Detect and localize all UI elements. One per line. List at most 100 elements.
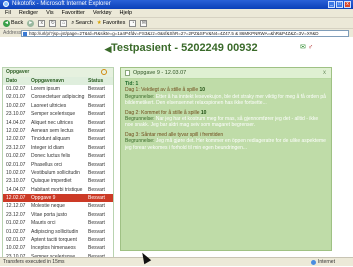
- cell-status: Besvart: [88, 144, 105, 151]
- home-icon[interactable]: ⌂: [60, 19, 68, 27]
- cell-date: 02.01.07: [6, 161, 26, 168]
- day-score: 10: [200, 109, 207, 116]
- cell-date: 12.12.07: [6, 203, 26, 210]
- table-row[interactable]: 23.12.07 Vitae porta justo Besvart: [3, 211, 113, 219]
- menu-tools[interactable]: Verktøy: [93, 9, 112, 17]
- cell-task: Semper scelerisque: [31, 111, 76, 118]
- cell-date: 02.01.07: [6, 94, 26, 101]
- reason-label: Begrunnelse:: [125, 116, 155, 123]
- cell-status: Besvart: [88, 119, 105, 126]
- cell-task: Inceptos himenaeos: [31, 245, 76, 252]
- column-status[interactable]: Status: [86, 77, 113, 85]
- table-row[interactable]: 01.02.07 Donec luctus felis Besvart: [3, 152, 113, 160]
- back-label: Back: [11, 20, 24, 26]
- table-row[interactable]: 02.01.07 Consectetuer adipiscing Besvart: [3, 93, 113, 101]
- table-row[interactable]: 12.12.07 Molestie neque Besvart: [3, 202, 113, 210]
- minimize-button[interactable]: _: [328, 1, 335, 8]
- cell-date: 10.02.07: [6, 169, 26, 176]
- table-row[interactable]: 14.04.07 Aliquet nec ultrices Besvart: [3, 119, 113, 127]
- menu-edit[interactable]: Rediger: [19, 9, 38, 17]
- cell-status: Besvart: [88, 220, 105, 227]
- reason-text: Etter å ha inntekt lesevekujon, ble det …: [125, 93, 326, 107]
- forward-icon[interactable]: ►: [27, 19, 35, 27]
- section-reason-2: Begrunnelse: Nar jeg har et kostrum meg …: [125, 116, 327, 129]
- back-button[interactable]: ◄ Back: [3, 19, 24, 27]
- table-row[interactable]: 10.02.07 Inceptos himenaeos Besvart: [3, 244, 113, 252]
- header-icons: ✉ ♂: [300, 43, 313, 51]
- globe-icon: [311, 260, 316, 265]
- table-row[interactable]: 01.02.07 Lorem ipsum Besvart: [3, 85, 113, 93]
- reason-text: Jeg må gjøre det. Her kommer en öppen re…: [125, 138, 326, 151]
- star-icon: ★: [96, 20, 102, 26]
- menu-favorites[interactable]: Favoritter: [62, 9, 85, 17]
- mail-icon[interactable]: ✉: [300, 44, 306, 51]
- cell-date: 12.02.07: [6, 136, 26, 143]
- table-row[interactable]: 14.04.07 Habitant morbi tristique Besvart: [3, 186, 113, 194]
- back-arrow-icon: ◄: [3, 19, 10, 27]
- cell-status: Besvart: [88, 178, 105, 185]
- close-window-button[interactable]: x: [344, 1, 351, 8]
- table-row[interactable]: 12.02.07 Tincidunt aliquam Besvart: [3, 135, 113, 143]
- table-row[interactable]: 02.01.07 Aptent taciti torquent Besvart: [3, 236, 113, 244]
- task-list-rows: 01.02.07 Lorem ipsum Besvart 02.01.07 Consec…: [3, 85, 113, 258]
- cell-date: 23.12.07: [6, 144, 26, 151]
- window-title: Nikotofix - Microsoft Internet Explorer: [12, 1, 111, 7]
- address-bar: Address http://url/p/?jsp=jst/page=2T&Id…: [0, 28, 353, 37]
- cell-status: Besvart: [88, 153, 105, 160]
- cell-status: Besvart: [88, 169, 105, 176]
- table-row[interactable]: 23.10.07 Semper scelerisque Besvart: [3, 110, 113, 118]
- cell-status: Besvart: [88, 186, 105, 193]
- cell-status: Besvart: [88, 102, 105, 109]
- cell-task: Mauris orci: [31, 220, 56, 227]
- cell-status: Besvart: [88, 161, 105, 168]
- cell-task: Vestibulum sollicitudin: [31, 169, 80, 176]
- cell-date: 23.10.07: [6, 111, 26, 118]
- mail-icon[interactable]: ✉: [140, 19, 148, 27]
- cell-date: 14.04.07: [6, 119, 26, 126]
- cell-status: Besvart: [88, 136, 105, 143]
- address-input[interactable]: http://url/p/?jsp=jst/page=2T&Id=R&sikte…: [21, 30, 349, 37]
- table-row[interactable]: 10.02.07 Vestibulum sollicitudin Besvart: [3, 169, 113, 177]
- refresh-icon[interactable]: [101, 69, 107, 75]
- table-row[interactable]: 23.10.07 Quisque imperdiet Besvart: [3, 177, 113, 185]
- stop-icon[interactable]: x: [38, 19, 46, 27]
- patient-icon[interactable]: ♂: [308, 44, 313, 51]
- document-icon: [125, 70, 130, 76]
- favorites-label: Favorites: [102, 20, 126, 26]
- column-task[interactable]: Oppgavenavn: [29, 77, 86, 85]
- day-heading: Dag 1: Vektlegt av å stille å spille: [125, 87, 199, 94]
- cell-date: 12.02.07: [6, 127, 26, 134]
- cell-status: Besvart: [88, 211, 105, 218]
- task-list-panel: Oppgaver Dato Oppgavenavn Status 01.02.0…: [2, 67, 114, 259]
- window-controls: _ □ x: [328, 1, 351, 8]
- cell-task: Donec luctus felis: [31, 153, 71, 160]
- history-icon[interactable]: ◔: [129, 19, 137, 27]
- cell-task: Tincidunt aliquam: [31, 136, 71, 143]
- page-icon: [23, 32, 27, 36]
- table-row[interactable]: 02.01.07 Phasellus orci Besvart: [3, 161, 113, 169]
- refresh-icon[interactable]: ↻: [49, 19, 57, 27]
- menu-view[interactable]: Vis: [46, 9, 54, 17]
- reason-label: Begrunnelse:: [125, 93, 155, 100]
- table-row[interactable]: 01.02.07 Adipiscing sollicitudin Besvart: [3, 228, 113, 236]
- maximize-button[interactable]: □: [336, 1, 343, 8]
- column-date[interactable]: Dato: [3, 77, 29, 85]
- toolbar: ◄ Back ► x ↻ ⌂ ⌕ Search ★ Favorites ◔ ✉: [0, 17, 353, 28]
- table-row[interactable]: 10.02.07 Laoreet ultricies Besvart: [3, 102, 113, 110]
- task-detail-body: Tid: 1 Dag 1: Vektlegt av å stille å spi…: [121, 79, 331, 153]
- search-button[interactable]: ⌕ Search: [71, 20, 93, 27]
- cell-status: Besvart: [88, 237, 105, 244]
- favorites-button[interactable]: ★ Favorites: [97, 20, 126, 26]
- cell-date: 10.02.07: [6, 245, 26, 252]
- table-row[interactable]: 23.12.07 Integer id diam Besvart: [3, 144, 113, 152]
- table-row[interactable]: 12.02.07 Aenean sem lectus Besvart: [3, 127, 113, 135]
- day-heading: Dag 2: Kommet for å stille å spille: [125, 109, 200, 116]
- cell-status: Besvart: [88, 111, 105, 118]
- reason-label: Begrunnelse:: [125, 138, 155, 145]
- close-icon[interactable]: x: [323, 68, 326, 78]
- cell-task: Aenean sem lectus: [31, 127, 74, 134]
- menu-file[interactable]: Fil: [5, 9, 11, 17]
- table-row[interactable]: 01.02.07 Mauris orci Besvart: [3, 219, 113, 227]
- table-row[interactable]: 12.02.07 Oppgave 9 Besvart: [3, 194, 113, 203]
- menu-help[interactable]: Hjelp: [120, 9, 133, 17]
